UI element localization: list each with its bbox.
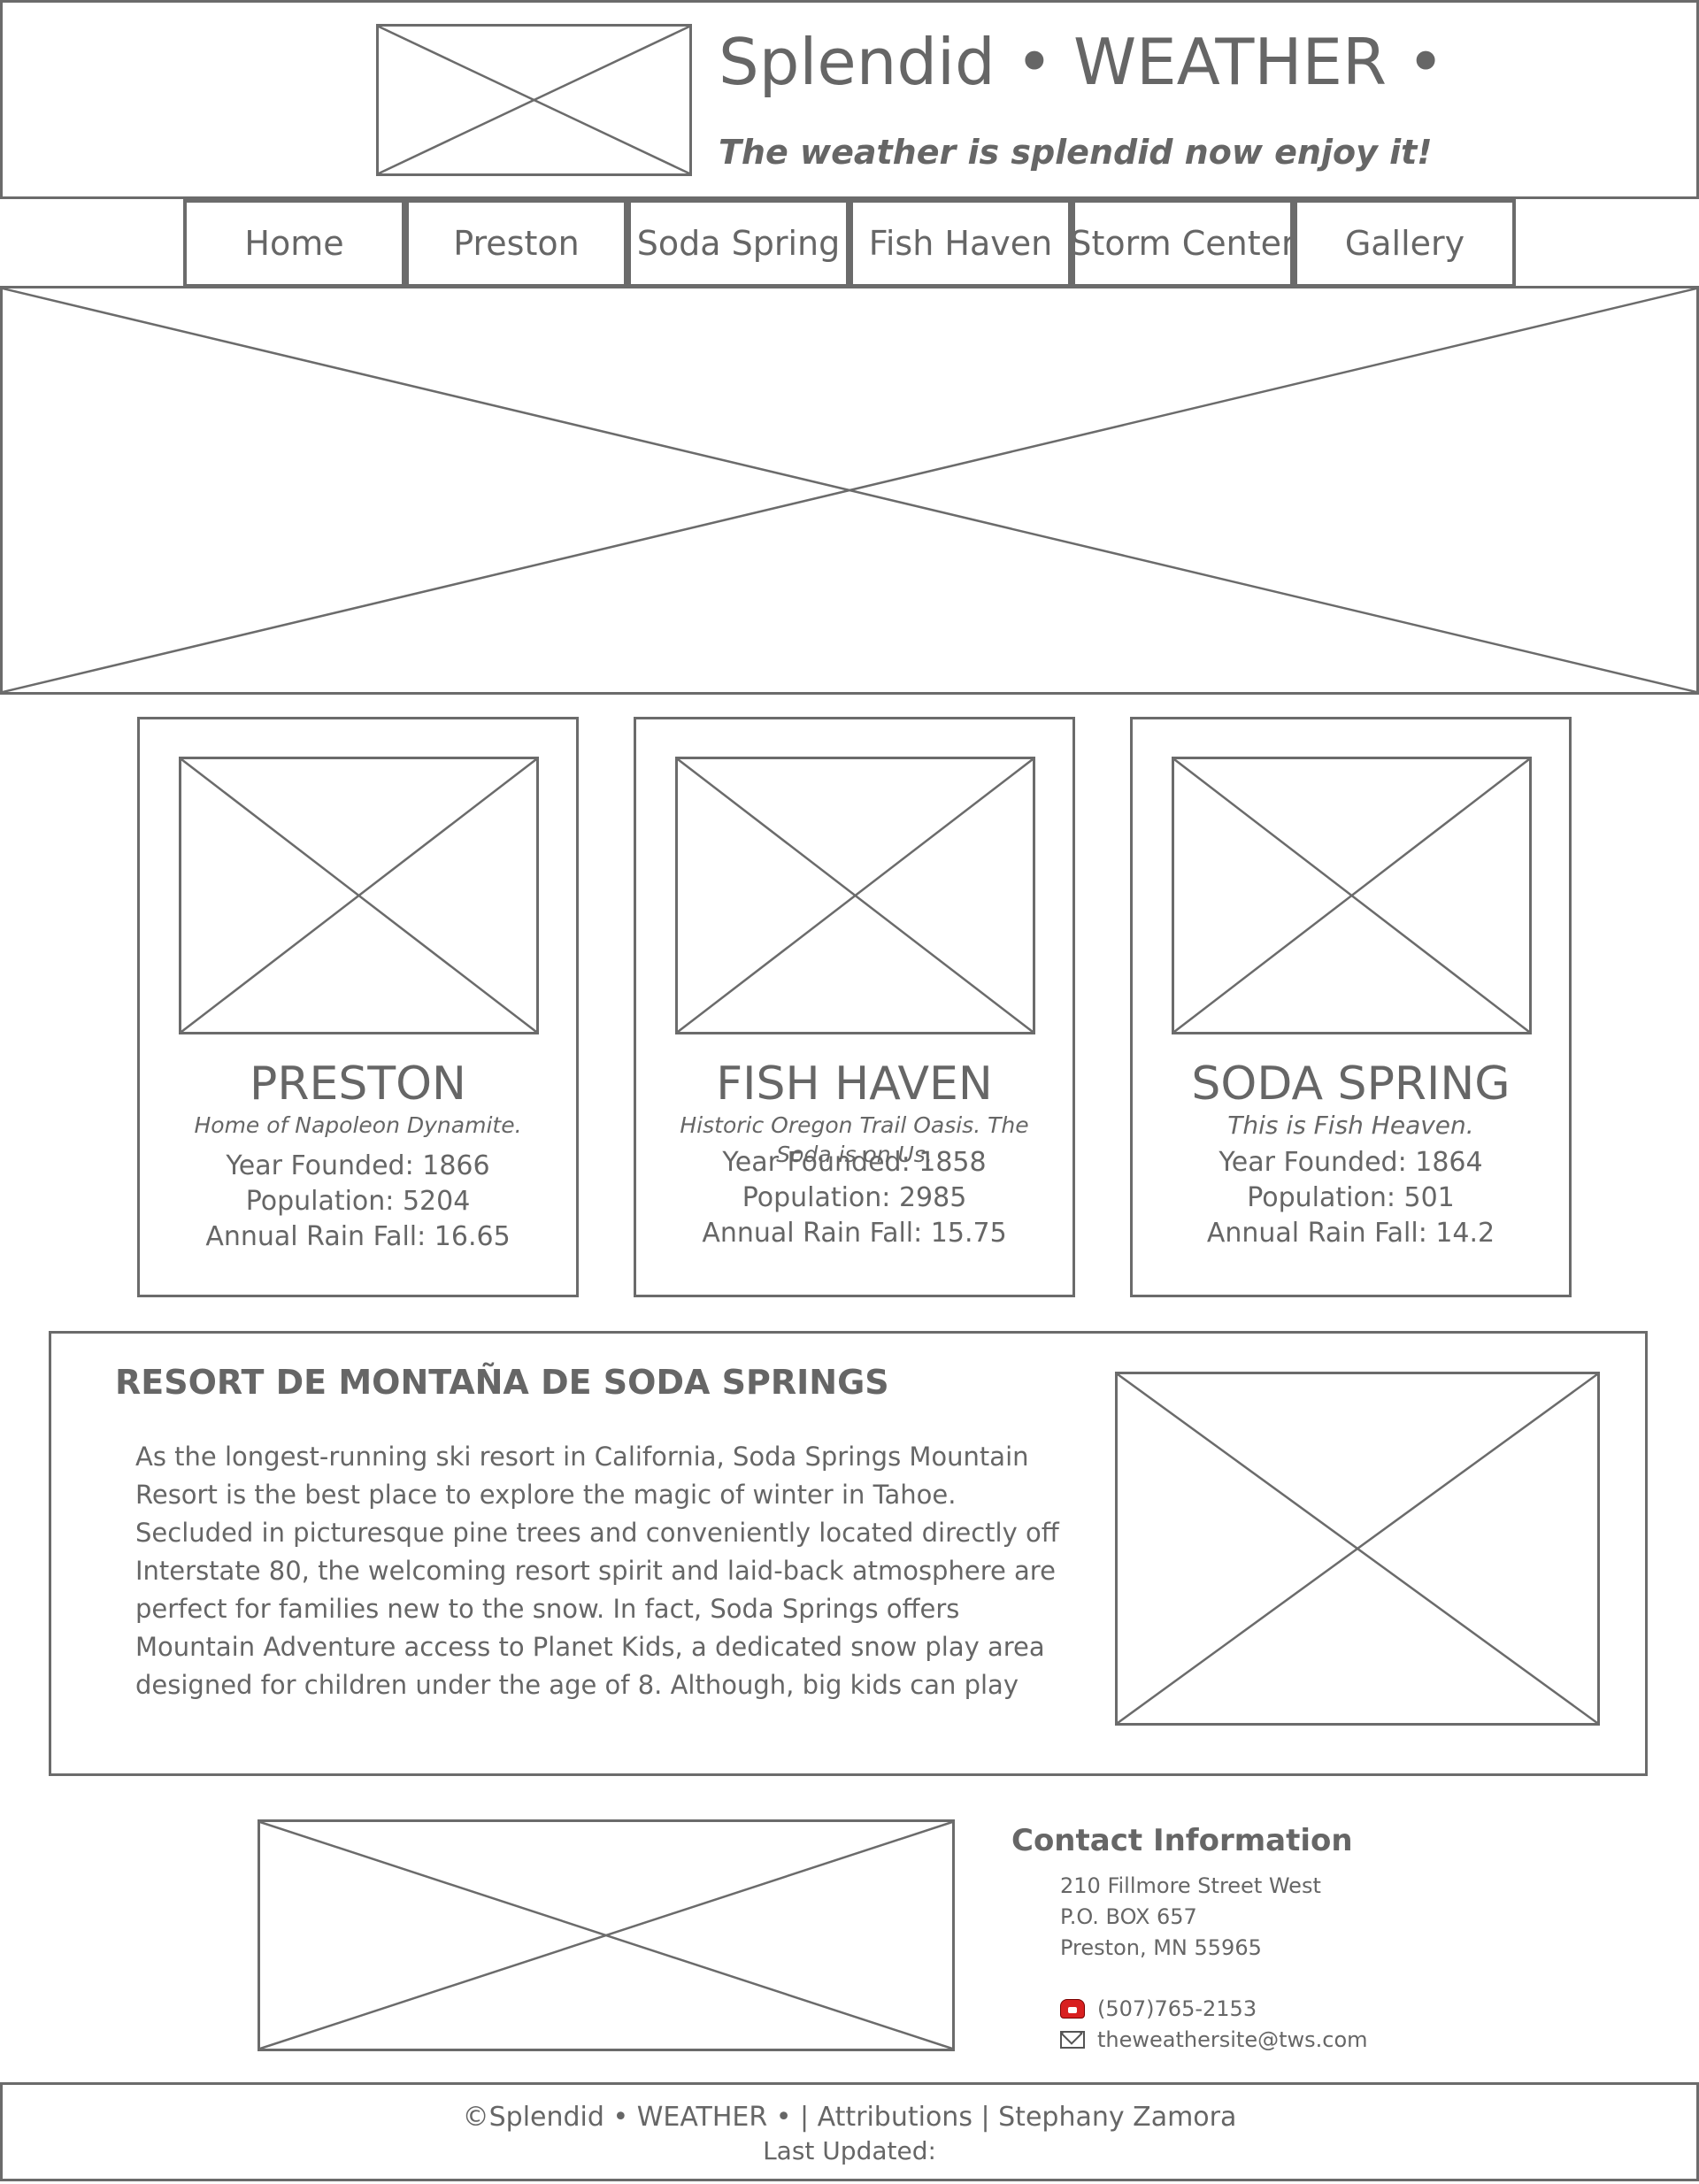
town-card-preston: PRESTON Home of Napoleon Dynamite. Year …	[137, 717, 579, 1297]
contact-title: Contact Information	[1011, 1823, 1353, 1858]
telephone-icon	[1060, 1999, 1085, 2019]
town-image-placeholder	[675, 757, 1035, 1034]
address-line: P.O. BOX 657	[1060, 1904, 1197, 1929]
town-motto: This is Fish Heaven.	[1227, 1111, 1474, 1140]
nav-item-gallery[interactable]: Gallery	[1294, 199, 1516, 288]
address-line: 210 Fillmore Street West	[1060, 1873, 1321, 1898]
contact-phone[interactable]: (507)765-2153	[1060, 1996, 1257, 2021]
town-facts: Year Founded: 1858 Population: 2985 Annu…	[636, 1145, 1072, 1251]
annual-rainfall: Annual Rain Fall: 16.65	[205, 1221, 511, 1252]
hero-image-placeholder	[0, 286, 1699, 695]
nav-item-preston[interactable]: Preston	[405, 199, 627, 288]
annual-rainfall: Annual Rain Fall: 15.75	[702, 1218, 1007, 1249]
town-image-placeholder	[1172, 757, 1532, 1034]
nav-item-soda-spring[interactable]: Soda Spring	[627, 199, 850, 288]
town-image-placeholder	[179, 757, 539, 1034]
town-facts: Year Founded: 1866 Population: 5204 Annu…	[140, 1149, 576, 1255]
town-motto: Home of Napoleon Dynamite.	[194, 1112, 522, 1138]
resort-description: As the longest-running ski resort in Cal…	[135, 1442, 1059, 1700]
town-name: PRESTON	[250, 1057, 466, 1111]
site-title: Splendid • WEATHER •	[719, 25, 1445, 99]
nav-item-storm-center[interactable]: Storm Center	[1072, 199, 1294, 288]
town-name: SODA SPRING	[1191, 1057, 1511, 1111]
nav-item-fish-haven[interactable]: Fish Haven	[850, 199, 1072, 288]
population: Population: 2985	[742, 1182, 967, 1213]
resort-image-placeholder	[1115, 1372, 1600, 1726]
town-card-fish-haven: FISH HAVEN Historic Oregon Trail Oasis. …	[634, 717, 1075, 1297]
main-nav: Home Preston Soda Spring Fish Haven Stor…	[183, 199, 1516, 288]
year-founded: Year Founded: 1864	[1219, 1147, 1483, 1178]
footer-last-updated: Last Updated:	[763, 2136, 936, 2165]
nav-item-home[interactable]: Home	[183, 199, 405, 288]
contact-email[interactable]: theweathersite@tws.com	[1060, 2027, 1368, 2052]
envelope-icon	[1060, 2031, 1085, 2049]
population: Population: 501	[1247, 1182, 1455, 1213]
population: Population: 5204	[245, 1186, 471, 1217]
footer-credits: ©Splendid • WEATHER • | Attributions | S…	[462, 2102, 1237, 2133]
resort-title: RESORT DE MONTAÑA DE SODA SPRINGS	[115, 1363, 889, 1402]
contact-address: 210 Fillmore Street West P.O. BOX 657 Pr…	[1060, 1871, 1321, 1964]
town-facts: Year Founded: 1864 Population: 501 Annua…	[1133, 1145, 1569, 1251]
year-founded: Year Founded: 1866	[226, 1150, 490, 1181]
site-tagline: The weather is splendid now enjoy it!	[719, 133, 1433, 172]
email-address: theweathersite@tws.com	[1097, 2027, 1368, 2052]
contact-image-placeholder	[258, 1819, 955, 2051]
town-name: FISH HAVEN	[716, 1057, 993, 1111]
annual-rainfall: Annual Rain Fall: 14.2	[1206, 1218, 1495, 1249]
year-founded: Year Founded: 1858	[722, 1147, 987, 1178]
town-card-soda-spring: SODA SPRING This is Fish Heaven. Year Fo…	[1130, 717, 1572, 1297]
phone-number: (507)765-2153	[1097, 1996, 1257, 2021]
logo-image-placeholder	[376, 24, 692, 176]
address-line: Preston, MN 55965	[1060, 1935, 1262, 1960]
